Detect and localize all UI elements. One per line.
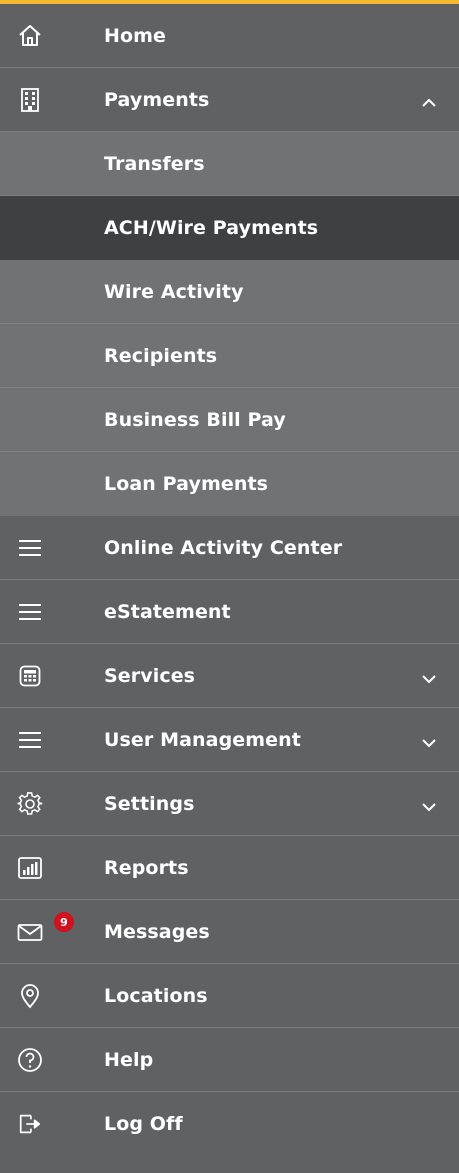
nav-item-label: Locations [104,985,208,1007]
submenu-item-business-bill-pay[interactable]: Business Bill Pay [0,388,459,452]
submenu-item-transfers[interactable]: Transfers [0,132,459,196]
unread-count-badge: 9 [52,910,76,934]
nav-item-log-off[interactable]: Log Off [0,1092,459,1156]
nav-item-reports[interactable]: Reports [0,836,459,900]
logout-icon [17,1111,43,1137]
nav-item-online-activity-center[interactable]: Online Activity Center [0,516,459,580]
envelope-icon [17,919,43,945]
chevron-down-icon[interactable] [420,734,438,748]
chevron-up-icon[interactable] [420,94,438,107]
menu-icon [17,727,43,753]
chevron-down-icon[interactable] [420,670,438,684]
nav-item-label: Help [104,1049,154,1071]
chevron-down-icon[interactable] [420,798,438,812]
submenu-item-wire-activity[interactable]: Wire Activity [0,260,459,324]
home-icon [17,23,43,49]
submenu-item-label: Business Bill Pay [104,409,286,431]
nav-item-label: Log Off [104,1113,183,1135]
menu-icon [17,535,43,561]
nav-item-locations[interactable]: Locations [0,964,459,1028]
nav-item-home[interactable]: Home [0,4,459,68]
side-navigation: Home Payments Transfers ACH/Wire Payment… [0,0,459,1173]
nav-item-label: Messages [104,921,210,943]
building-icon [17,87,43,113]
nav-item-user-management[interactable]: User Management [0,708,459,772]
nav-item-label: Home [104,25,167,47]
bar-chart-icon [17,855,43,881]
nav-item-services[interactable]: Services [0,644,459,708]
submenu-item-loan-payments[interactable]: Loan Payments [0,452,459,516]
nav-item-settings[interactable]: Settings [0,772,459,836]
nav-item-payments[interactable]: Payments [0,68,459,132]
submenu-item-recipients[interactable]: Recipients [0,324,459,388]
submenu-item-label: Transfers [104,153,205,175]
submenu-item-label: ACH/Wire Payments [104,217,319,239]
gear-icon [17,791,43,817]
nav-item-messages[interactable]: 9 Messages [0,900,459,964]
submenu-item-label: Recipients [104,345,218,367]
nav-item-label: Services [104,665,196,687]
nav-item-estatement[interactable]: eStatement [0,580,459,644]
menu-icon [17,599,43,625]
nav-item-help[interactable]: Help [0,1028,459,1092]
submenu-item-ach-wire-payments[interactable]: ACH/Wire Payments [0,196,459,260]
calculator-icon [17,663,43,689]
submenu-item-label: Loan Payments [104,473,269,495]
nav-item-label: Online Activity Center [104,537,343,559]
nav-item-label: Payments [104,89,210,111]
nav-item-label: Reports [104,857,189,879]
nav-item-label: eStatement [104,601,231,623]
nav-item-label: User Management [104,729,301,751]
submenu-item-label: Wire Activity [104,281,244,303]
location-pin-icon [17,983,43,1009]
nav-item-label: Settings [104,793,195,815]
help-icon [17,1047,43,1073]
